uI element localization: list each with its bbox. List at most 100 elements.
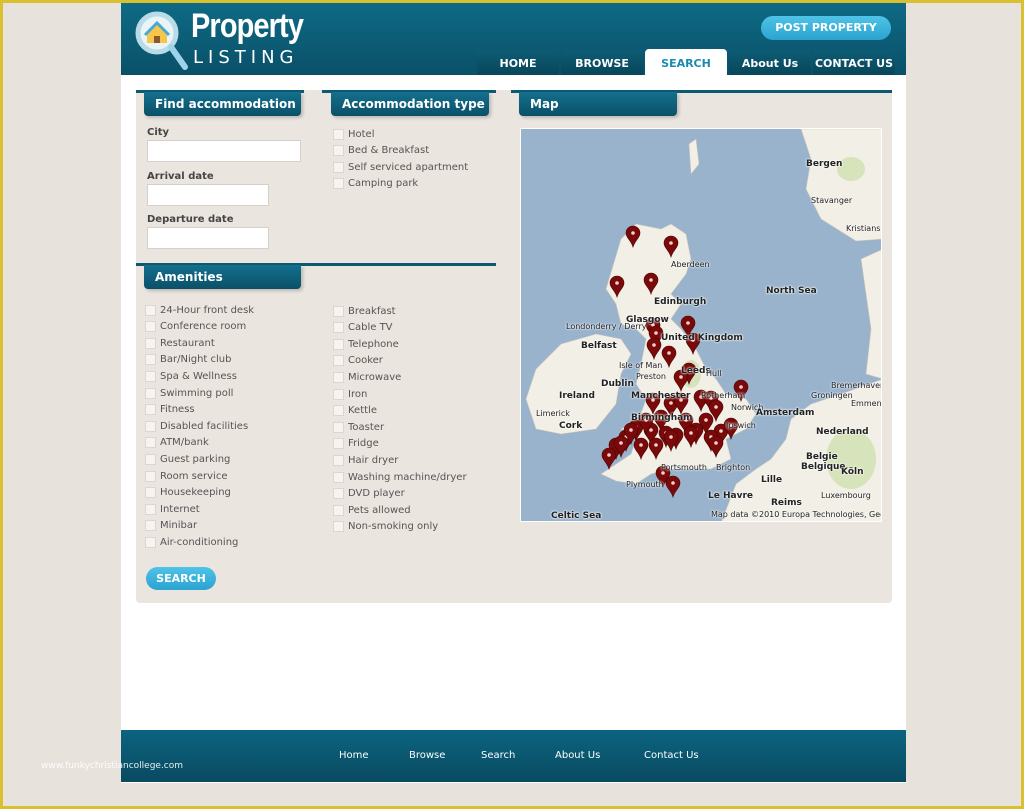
- checkbox[interactable]: [333, 405, 344, 417]
- checkbox-option[interactable]: Cable TV: [333, 321, 393, 335]
- checkbox-option[interactable]: Spa & Wellness: [145, 369, 237, 383]
- checkbox[interactable]: [145, 520, 156, 532]
- amenities-heading: Amenities: [144, 265, 301, 289]
- checkbox-option[interactable]: Self serviced apartment: [333, 160, 468, 174]
- find-accommodation-heading: Find accommodation: [144, 92, 301, 116]
- checkbox[interactable]: [145, 420, 156, 432]
- checkbox[interactable]: [333, 355, 344, 367]
- map-label: Rotherham: [701, 391, 746, 400]
- checkbox[interactable]: [333, 371, 344, 383]
- checkbox[interactable]: [333, 322, 344, 334]
- checkbox[interactable]: [333, 145, 344, 156]
- tab-home[interactable]: HOME: [477, 49, 559, 75]
- checkbox-label: Hotel: [348, 128, 375, 140]
- footer-link-browse[interactable]: Browse: [409, 750, 445, 761]
- shetland-land: [688, 138, 700, 175]
- checkbox-option[interactable]: Washing machine/dryer: [333, 470, 467, 484]
- checkbox-option[interactable]: Camping park: [333, 177, 418, 191]
- map-marker-icon[interactable]: [665, 475, 681, 499]
- checkbox-option[interactable]: Iron: [333, 387, 367, 401]
- checkbox-option[interactable]: Fitness: [145, 403, 195, 417]
- checkbox-option[interactable]: Breakfast: [333, 304, 396, 318]
- checkbox[interactable]: [145, 387, 156, 399]
- checkbox-option[interactable]: Fridge: [333, 437, 379, 451]
- checkbox-option[interactable]: Housekeeping: [145, 486, 231, 500]
- checkbox[interactable]: [145, 536, 156, 548]
- checkbox[interactable]: [145, 337, 156, 349]
- checkbox[interactable]: [333, 128, 344, 140]
- checkbox-option[interactable]: ATM/bank: [145, 436, 209, 450]
- checkbox-option[interactable]: Hotel: [333, 127, 375, 141]
- map-label: Plymouth: [626, 480, 664, 489]
- map-label: Manchester: [631, 391, 691, 401]
- footer-link-contact-us[interactable]: Contact Us: [644, 750, 699, 761]
- checkbox[interactable]: [333, 471, 344, 483]
- checkbox-option[interactable]: Bar/Night club: [145, 353, 231, 367]
- checkbox[interactable]: [333, 305, 344, 317]
- main-nav: HOME BROWSE SEARCH About Us CONTACT US: [477, 49, 895, 76]
- footer-link-home[interactable]: Home: [339, 750, 369, 761]
- post-property-button[interactable]: POST PROPERTY: [761, 16, 891, 40]
- checkbox-option[interactable]: Internet: [145, 502, 200, 516]
- checkbox[interactable]: [145, 437, 156, 449]
- checkbox-label: Fitness: [160, 404, 195, 416]
- city-label: City: [147, 127, 170, 138]
- checkbox[interactable]: [145, 487, 156, 499]
- checkbox-option[interactable]: Room service: [145, 469, 227, 483]
- checkbox[interactable]: [333, 178, 344, 189]
- checkbox[interactable]: [333, 388, 344, 400]
- checkbox-option[interactable]: Conference room: [145, 320, 246, 334]
- checkbox-option[interactable]: Pets allowed: [333, 503, 411, 517]
- tab-contact-us[interactable]: CONTACT US: [813, 49, 895, 75]
- checkbox[interactable]: [333, 504, 344, 516]
- tab-browse[interactable]: BROWSE: [561, 49, 643, 75]
- footer-link-search[interactable]: Search: [481, 750, 515, 761]
- checkbox[interactable]: [333, 454, 344, 466]
- footer-link-about-us[interactable]: About Us: [555, 750, 600, 761]
- checkbox-option[interactable]: Bed & Breakfast: [333, 144, 429, 158]
- checkbox[interactable]: [145, 404, 156, 416]
- tab-search[interactable]: SEARCH: [645, 49, 727, 76]
- map-label: Belgique: [801, 462, 846, 472]
- checkbox[interactable]: [145, 354, 156, 366]
- checkbox-option[interactable]: Hair dryer: [333, 453, 398, 467]
- checkbox[interactable]: [333, 161, 344, 173]
- checkbox[interactable]: [145, 304, 156, 316]
- checkbox-option[interactable]: Toaster: [333, 420, 384, 434]
- checkbox[interactable]: [333, 438, 344, 450]
- checkbox[interactable]: [333, 421, 344, 433]
- checkbox[interactable]: [333, 521, 344, 533]
- checkbox[interactable]: [145, 453, 156, 465]
- checkbox-option[interactable]: Microwave: [333, 370, 401, 384]
- map-label: Londonderry / Derry: [566, 322, 647, 331]
- checkbox[interactable]: [145, 370, 156, 382]
- checkbox-option[interactable]: Disabled facilities: [145, 419, 248, 433]
- arrival-date-label: Arrival date: [147, 171, 214, 182]
- checkbox[interactable]: [145, 321, 156, 333]
- map[interactable]: Bergen Stavanger Kristiansand Aberdeen North…: [520, 128, 882, 522]
- checkbox-option[interactable]: DVD player: [333, 487, 405, 501]
- checkbox-option[interactable]: Restaurant: [145, 336, 215, 350]
- checkbox-option[interactable]: Guest parking: [145, 452, 230, 466]
- arrival-date-input[interactable]: [147, 184, 269, 206]
- map-label: Reims: [771, 498, 802, 508]
- checkbox-label: Cooker: [348, 355, 383, 367]
- checkbox-option[interactable]: Non-smoking only: [333, 520, 438, 534]
- checkbox-option[interactable]: 24-Hour front desk: [145, 303, 254, 317]
- checkbox-option[interactable]: Kettle: [333, 404, 377, 418]
- checkbox-option[interactable]: Telephone: [333, 337, 399, 351]
- departure-date-input[interactable]: [147, 227, 269, 249]
- search-button[interactable]: SEARCH: [146, 567, 216, 590]
- checkbox[interactable]: [145, 470, 156, 482]
- checkbox[interactable]: [333, 338, 344, 350]
- checkbox[interactable]: [145, 503, 156, 515]
- checkbox-option[interactable]: Minibar: [145, 519, 197, 533]
- checkbox-option[interactable]: Air-conditioning: [145, 535, 238, 549]
- checkbox-option[interactable]: Cooker: [333, 354, 383, 368]
- city-input[interactable]: [147, 140, 301, 162]
- checkbox-option[interactable]: Swimming poll: [145, 386, 233, 400]
- tab-about-us[interactable]: About Us: [729, 49, 811, 75]
- checkbox-label: Self serviced apartment: [348, 161, 469, 173]
- checkbox[interactable]: [333, 488, 344, 500]
- checkbox-label: Non-smoking only: [348, 521, 439, 533]
